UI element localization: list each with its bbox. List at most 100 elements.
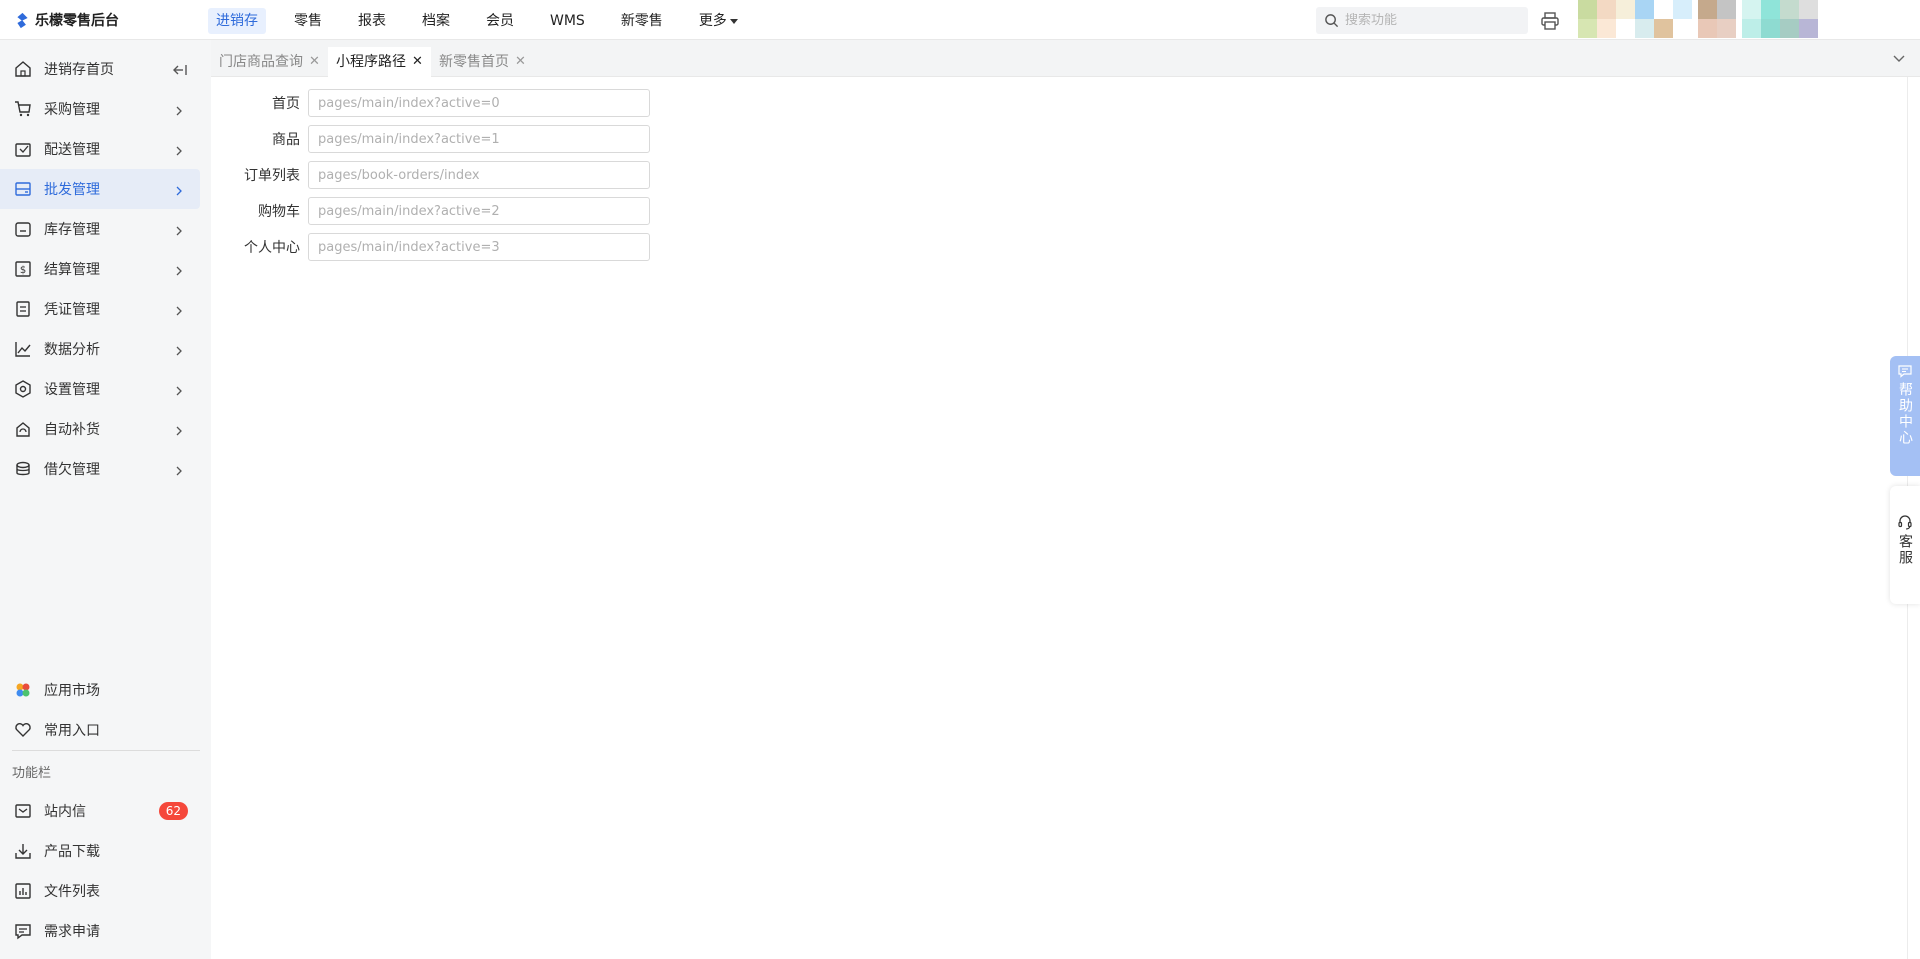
cart-path-field[interactable] bbox=[308, 197, 650, 225]
delivery-icon bbox=[14, 140, 32, 158]
sidebar-item-label: 需求申请 bbox=[44, 924, 100, 940]
form-row-cart: 购物车 bbox=[211, 197, 650, 225]
tab-label: 新零售首页 bbox=[439, 54, 509, 70]
sidebar-item-voucher[interactable]: 凭证管理 bbox=[0, 289, 200, 329]
topnav-item-members[interactable]: 会员 bbox=[478, 8, 522, 34]
app-title: 乐檬零售后台 bbox=[35, 13, 119, 29]
sidebar-item-wholesale[interactable]: 批发管理 bbox=[0, 169, 200, 209]
heart-icon bbox=[14, 721, 32, 739]
wholesale-icon bbox=[14, 180, 32, 198]
sidebar-item-label: 进销存首页 bbox=[44, 62, 114, 78]
tab-store-product-query[interactable]: 门店商品查询 ✕ bbox=[211, 47, 328, 77]
chevron-right-icon bbox=[174, 464, 184, 476]
sidebar-item-favorites[interactable]: 常用入口 bbox=[0, 710, 200, 750]
sidebar-item-label: 凭证管理 bbox=[44, 302, 100, 318]
form-row-home: 首页 bbox=[211, 89, 650, 117]
sidebar-item-delivery[interactable]: 配送管理 bbox=[0, 129, 200, 169]
download-icon bbox=[14, 842, 32, 860]
topnav-item-retail[interactable]: 零售 bbox=[286, 8, 330, 34]
sidebar-item-purchase[interactable]: 采购管理 bbox=[0, 89, 200, 129]
request-icon bbox=[14, 922, 32, 940]
search-box[interactable] bbox=[1316, 7, 1528, 34]
search-icon bbox=[1325, 14, 1339, 28]
field-label: 订单列表 bbox=[244, 168, 300, 184]
avatar-mosaic-2 bbox=[1698, 0, 1736, 39]
sidebar-item-messages[interactable]: 站内信 62 bbox=[0, 791, 200, 831]
app-market-icon bbox=[14, 681, 32, 699]
close-icon[interactable]: ✕ bbox=[412, 47, 423, 77]
topnav-item-archives[interactable]: 档案 bbox=[414, 8, 458, 34]
order-list-path-field[interactable] bbox=[308, 161, 650, 189]
form-row-product: 商品 bbox=[211, 125, 650, 153]
top-bar: 乐檬零售后台 进销存 零售 报表 档案 会员 WMS 新零售 更多 bbox=[0, 0, 1920, 40]
tab-mini-program-path[interactable]: 小程序路径 ✕ bbox=[328, 47, 431, 77]
sidebar-item-request[interactable]: 需求申请 bbox=[0, 911, 200, 951]
sidebar-item-label: 数据分析 bbox=[44, 342, 100, 358]
section-title-toolbar: 功能栏 bbox=[12, 766, 52, 781]
avatar-mosaic-3 bbox=[1742, 0, 1818, 39]
voucher-icon bbox=[14, 300, 32, 318]
customer-service-button[interactable]: 客服 bbox=[1890, 486, 1920, 604]
sidebar-item-label: 批发管理 bbox=[44, 182, 100, 198]
sidebar-item-label: 文件列表 bbox=[44, 884, 100, 900]
chevron-down-icon[interactable] bbox=[1892, 52, 1906, 66]
sidebar-item-inventory-home[interactable]: 进销存首页 bbox=[0, 49, 200, 89]
chevron-right-icon bbox=[174, 264, 184, 276]
chevron-right-icon bbox=[174, 344, 184, 356]
logo-icon bbox=[17, 12, 28, 28]
field-label: 购物车 bbox=[258, 204, 300, 220]
sidebar-item-label: 结算管理 bbox=[44, 262, 100, 278]
tab-label: 小程序路径 bbox=[336, 54, 406, 70]
replenish-icon bbox=[14, 420, 32, 438]
app-logo[interactable]: 乐檬零售后台 bbox=[14, 10, 119, 30]
form-row-order-list: 订单列表 bbox=[211, 161, 650, 189]
sidebar: 进销存首页 采购管理 配送管理 批发管理 库存管理 $ 结算管理 凭证管理 数据… bbox=[0, 40, 211, 959]
settings-icon bbox=[14, 380, 32, 398]
profile-path-field[interactable] bbox=[308, 233, 650, 261]
customer-service-label: 客服 bbox=[1897, 534, 1913, 566]
sidebar-item-settlement[interactable]: $ 结算管理 bbox=[0, 249, 200, 289]
topnav-item-inventory[interactable]: 进销存 bbox=[208, 8, 266, 34]
sidebar-item-inventory[interactable]: 库存管理 bbox=[0, 209, 200, 249]
product-path-field[interactable] bbox=[308, 125, 650, 153]
topnav-item-wms[interactable]: WMS bbox=[542, 8, 593, 34]
chevron-right-icon bbox=[174, 144, 184, 156]
sidebar-item-label: 常用入口 bbox=[44, 723, 100, 739]
topnav-item-reports[interactable]: 报表 bbox=[350, 8, 394, 34]
headset-icon bbox=[1898, 515, 1912, 530]
page-tab-bar: 门店商品查询 ✕ 小程序路径 ✕ 新零售首页 ✕ bbox=[211, 40, 1920, 77]
sidebar-item-downloads[interactable]: 产品下载 bbox=[0, 831, 200, 871]
mail-icon bbox=[14, 802, 32, 820]
sidebar-item-file-list[interactable]: 文件列表 bbox=[0, 871, 200, 911]
sidebar-item-label: 应用市场 bbox=[44, 683, 100, 699]
search-input[interactable] bbox=[1345, 13, 1515, 28]
field-label: 个人中心 bbox=[244, 240, 300, 256]
avatar-mosaic bbox=[1578, 0, 1692, 39]
sidebar-item-settings[interactable]: 设置管理 bbox=[0, 369, 200, 409]
sidebar-item-analytics[interactable]: 数据分析 bbox=[0, 329, 200, 369]
unread-badge: 62 bbox=[158, 802, 188, 820]
cart-icon bbox=[14, 100, 32, 118]
help-center-button[interactable]: 帮助中心 bbox=[1890, 356, 1920, 476]
settlement-icon: $ bbox=[14, 260, 32, 278]
chevron-right-icon bbox=[174, 104, 184, 116]
caret-down-icon bbox=[729, 18, 738, 24]
sidebar-item-label: 产品下载 bbox=[44, 844, 100, 860]
chevron-right-icon bbox=[174, 184, 184, 196]
svg-text:$: $ bbox=[20, 265, 26, 276]
sidebar-item-auto-replenish[interactable]: 自动补货 bbox=[0, 409, 200, 449]
home-path-field[interactable] bbox=[308, 89, 650, 117]
tab-new-retail-home[interactable]: 新零售首页 ✕ bbox=[431, 47, 534, 77]
close-icon[interactable]: ✕ bbox=[309, 47, 320, 77]
topnav-item-more[interactable]: 更多 bbox=[691, 8, 746, 34]
user-avatar-area[interactable] bbox=[1578, 0, 1824, 39]
sidebar-item-debt[interactable]: 借欠管理 bbox=[0, 449, 200, 489]
sidebar-item-app-market[interactable]: 应用市场 bbox=[0, 670, 200, 710]
printer-icon[interactable] bbox=[1540, 11, 1560, 31]
field-label: 商品 bbox=[272, 132, 300, 148]
topnav-item-new-retail[interactable]: 新零售 bbox=[613, 8, 671, 34]
debt-icon bbox=[14, 460, 32, 478]
sidebar-item-label: 站内信 bbox=[44, 804, 86, 820]
chevron-right-icon bbox=[174, 384, 184, 396]
close-icon[interactable]: ✕ bbox=[515, 47, 526, 77]
